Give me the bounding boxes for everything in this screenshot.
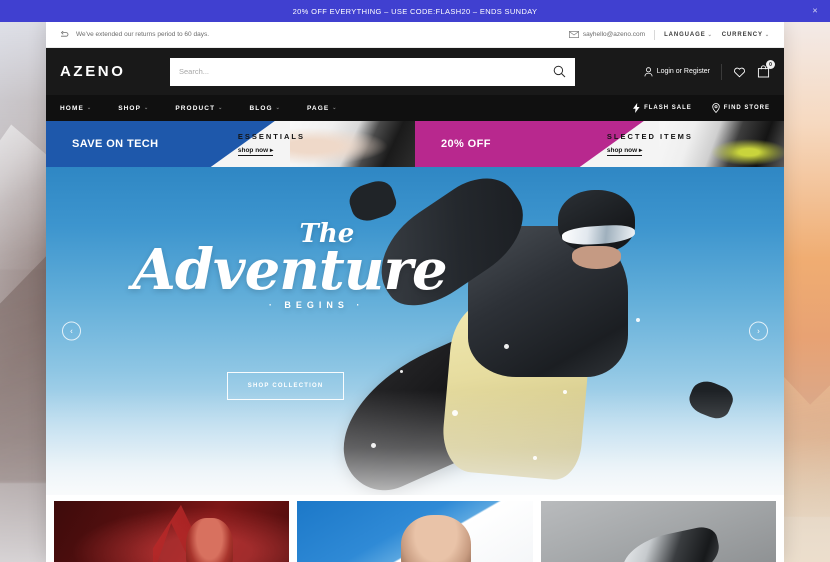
promo-headline: 20% OFF (441, 138, 491, 150)
nav-item-page[interactable]: PAGE ⌄ (307, 105, 338, 112)
main-navigation: HOME ⌄ SHOP ⌄ PRODUCT ⌄ BLOG ⌄ PAGE ⌄ FL… (46, 95, 784, 121)
nav-item-label: HOME (60, 104, 84, 112)
category-card-grey[interactable] (540, 501, 776, 562)
returns-notice-text: We've extended our returns period to 60 … (76, 31, 210, 38)
promo-shop-now-link[interactable]: shop now ▸ (237, 146, 274, 156)
snow-flake (370, 442, 376, 448)
nav-item-label: PRODUCT (175, 104, 216, 112)
language-selector[interactable]: LANGUAGE ⌄ (664, 32, 713, 38)
nav-item-label: PAGE (306, 104, 330, 112)
site-logo[interactable]: AZENO (60, 63, 156, 80)
category-card-red[interactable] (54, 501, 290, 562)
divider (654, 29, 656, 40)
page-container: We've extended our returns period to 60 … (46, 22, 784, 562)
promo-banner-tech[interactable]: SAVE ON TECH ESSENTIALS shop now ▸ (46, 121, 415, 167)
snow-spray-overlay (46, 390, 784, 495)
snow-flake (503, 344, 509, 350)
currency-selector[interactable]: CURRENCY ⌄ (722, 32, 770, 38)
envelope-icon (568, 31, 579, 38)
snow-flake (451, 409, 458, 416)
promo-banner-image (289, 121, 415, 167)
search-icon[interactable] (553, 65, 566, 78)
category-card-blue[interactable] (297, 501, 533, 562)
promo-label: ESSENTIALS (237, 132, 305, 141)
lightning-bolt-icon (633, 103, 640, 113)
hero-slider: The Adventure · BEGINS · SHOP COLLECTION… (46, 167, 784, 495)
find-store-label: FIND STORE (723, 105, 770, 111)
search-bar[interactable] (170, 57, 575, 86)
chevron-down-icon: ⌄ (707, 31, 713, 38)
chevron-down-icon: ⌄ (332, 105, 338, 111)
flash-sale-link[interactable]: FLASH SALE (633, 103, 692, 113)
user-icon (644, 66, 653, 77)
heart-icon (733, 66, 746, 78)
slider-prev-arrow-icon[interactable]: ‹ (62, 321, 81, 341)
chevron-down-icon: ⌄ (86, 105, 93, 111)
announcement-bar: 20% OFF EVERYTHING – USE CODE:FLASH20 – … (0, 0, 830, 22)
snow-flake (533, 455, 538, 460)
login-register-button[interactable]: Login or Register (644, 66, 710, 77)
site-logo-text: AZENO (60, 63, 126, 80)
cart-count-badge: 0 (766, 60, 775, 69)
login-register-label: Login or Register (656, 68, 710, 75)
nav-item-home[interactable]: HOME ⌄ (60, 105, 92, 112)
promo-banner-selected[interactable]: 20% OFF SLECTED ITEMS shop now ▸ (415, 121, 784, 167)
promo-shop-now-link[interactable]: shop now ▸ (606, 146, 643, 156)
promo-label: SLECTED ITEMS (606, 132, 693, 141)
return-arrow-icon (60, 30, 70, 39)
nav-item-product[interactable]: PRODUCT ⌄ (175, 105, 223, 112)
category-card-row (46, 495, 784, 562)
map-pin-icon (712, 103, 720, 114)
nav-item-label: BLOG (249, 104, 273, 112)
chevron-down-icon: ⌄ (144, 105, 150, 111)
language-label: LANGUAGE (664, 31, 706, 38)
promo-banner-strip: SAVE ON TECH ESSENTIALS shop now ▸ 20% O… (46, 121, 784, 167)
returns-notice: We've extended our returns period to 60 … (60, 30, 210, 39)
wishlist-button[interactable] (733, 66, 746, 78)
site-header: AZENO Login or Register (46, 48, 784, 95)
snow-flake (562, 390, 567, 395)
chevron-down-icon: ⌄ (275, 105, 281, 111)
close-icon[interactable]: × (812, 6, 818, 16)
currency-label: CURRENCY (721, 31, 763, 38)
nav-item-label: SHOP (118, 104, 142, 112)
divider (721, 63, 722, 80)
chevron-down-icon: ⌄ (764, 31, 770, 38)
announcement-text: 20% OFF EVERYTHING – USE CODE:FLASH20 – … (292, 6, 538, 16)
find-store-link[interactable]: FIND STORE (712, 103, 770, 114)
utility-bar: We've extended our returns period to 60 … (46, 22, 784, 48)
search-input[interactable] (179, 67, 553, 76)
rider-face-shape (572, 245, 621, 269)
chevron-down-icon: ⌄ (218, 105, 224, 111)
contact-email[interactable]: sayhello@azeno.com (568, 31, 646, 38)
nav-item-blog[interactable]: BLOG ⌄ (249, 105, 280, 112)
nav-item-shop[interactable]: SHOP ⌄ (118, 105, 149, 112)
cart-button[interactable]: 0 (757, 60, 775, 78)
promo-headline: SAVE ON TECH (72, 138, 159, 150)
slider-next-arrow-icon[interactable]: › (749, 321, 768, 341)
flash-sale-label: FLASH SALE (644, 105, 692, 111)
shop-collection-button[interactable]: SHOP COLLECTION (226, 372, 345, 400)
contact-email-text: sayhello@azeno.com (582, 31, 646, 38)
